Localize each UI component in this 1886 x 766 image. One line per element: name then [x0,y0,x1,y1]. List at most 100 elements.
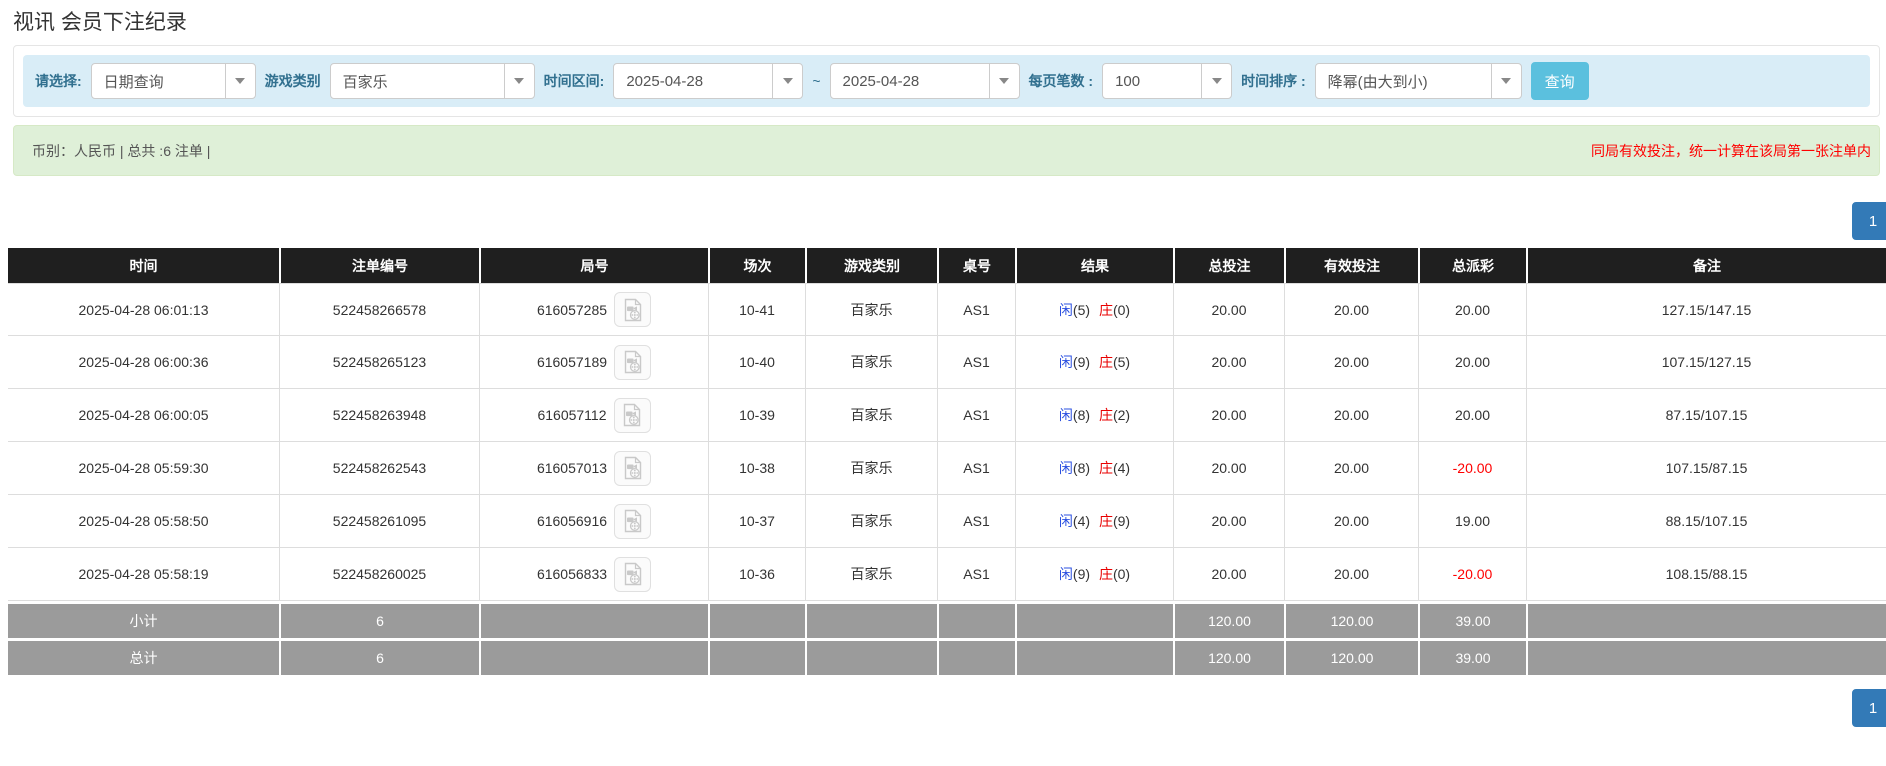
query-mode-select[interactable]: 日期查询 [91,63,256,99]
video-replay-button[interactable] [614,557,651,592]
result-banker-score: (0) [1113,566,1130,582]
subtotal-total-bet: 120.00 [1173,601,1284,638]
cell-empty [708,638,805,675]
cell-empty [805,638,937,675]
total-valid-bet: 120.00 [1284,638,1418,675]
cell-remark: 108.15/88.15 [1526,548,1886,601]
date-to-input[interactable]: 2025-04-28 [830,63,1020,99]
result-player: 闲 [1059,460,1073,476]
cell-session: 10-38 [708,442,805,495]
table-row: 2025-04-28 05:58:19 522458260025 6160568… [8,548,1886,601]
page-size-select[interactable]: 100 [1102,63,1232,99]
cell-total-bet[interactable]: 20.00 [1173,283,1284,336]
summary-bar: 币别：人民币 | 总共 :6 注单 | 同局有效投注，统一计算在该局第一张注单内 [13,125,1880,176]
result-banker: 庄 [1099,354,1113,370]
cell-empty [1526,638,1886,675]
cell-bet-id: 522458261095 [279,495,479,548]
cell-time: 2025-04-28 05:58:19 [8,548,279,601]
cell-total-bet[interactable]: 20.00 [1173,495,1284,548]
page-1-button[interactable]: 1 [1852,202,1886,240]
caret-down-icon [504,64,534,98]
date-from-input[interactable]: 2025-04-28 [613,63,803,99]
sort-order-select[interactable]: 降幂(由大到小) [1315,63,1522,99]
cell-total-bet[interactable]: 20.00 [1173,389,1284,442]
range-separator: ~ [812,73,820,89]
cell-empty [1015,601,1173,638]
result-player-score: (8) [1073,407,1090,423]
cell-empty [708,601,805,638]
table-row: 2025-04-28 06:00:36 522458265123 6160571… [8,336,1886,389]
result-player-score: (9) [1073,354,1090,370]
cell-time: 2025-04-28 06:01:13 [8,283,279,336]
cell-game: 百家乐 [805,283,937,336]
video-replay-button[interactable] [614,345,651,380]
filter-bar: 请选择: 日期查询 游戏类别 百家乐 时间区间: 2025-04-28 ~ 20… [23,55,1870,107]
cell-total-bet[interactable]: 20.00 [1173,548,1284,601]
column-header-remark: 备注 [1526,248,1886,283]
cell-session: 10-40 [708,336,805,389]
caret-down-icon [1201,64,1231,98]
cell-table: AS1 [937,336,1015,389]
game-type-select[interactable]: 百家乐 [330,63,535,99]
caret-down-icon [989,64,1019,98]
cell-game: 百家乐 [805,548,937,601]
column-header-session: 场次 [708,248,805,283]
cell-total-bet[interactable]: 20.00 [1173,336,1284,389]
subtotal-payout: 39.00 [1418,601,1526,638]
cell-time: 2025-04-28 05:58:50 [8,495,279,548]
cell-valid-bet: 20.00 [1284,548,1418,601]
result-banker-score: (5) [1113,354,1130,370]
cell-result: 闲(5) 庄(0) [1015,283,1173,336]
bet-records-table: 时间 注单编号 局号 场次 游戏类别 桌号 结果 总投注 有效投注 总派彩 备注… [8,248,1886,675]
video-replay-icon [621,350,645,374]
result-player-score: (4) [1073,513,1090,529]
table-row: 2025-04-28 06:01:13 522458266578 6160572… [8,283,1886,336]
cell-empty [937,638,1015,675]
cell-bet-id: 522458260025 [279,548,479,601]
video-replay-button[interactable] [614,451,651,486]
video-replay-button[interactable] [614,504,651,539]
video-replay-button[interactable] [614,398,651,433]
cell-remark: 87.15/107.15 [1526,389,1886,442]
column-header-total-bet: 总投注 [1173,248,1284,283]
round-number: 616057112 [537,407,606,423]
cell-valid-bet: 20.00 [1284,336,1418,389]
caret-down-icon [225,64,255,98]
cell-result: 闲(4) 庄(9) [1015,495,1173,548]
video-replay-button[interactable] [614,292,651,327]
cell-bet-id: 522458266578 [279,283,479,336]
result-banker: 庄 [1099,407,1113,423]
result-player: 闲 [1059,407,1073,423]
video-replay-icon [621,456,645,480]
page-1-button[interactable]: 1 [1852,689,1886,727]
result-player: 闲 [1059,566,1073,582]
result-banker: 庄 [1099,302,1113,318]
time-range-label: 时间区间: [544,71,605,91]
cell-valid-bet: 20.00 [1284,442,1418,495]
cell-payout: -20.00 [1418,548,1526,601]
game-type-value: 百家乐 [331,71,504,92]
cell-empty [937,601,1015,638]
cell-result: 闲(9) 庄(5) [1015,336,1173,389]
cell-table: AS1 [937,548,1015,601]
cell-valid-bet: 20.00 [1284,389,1418,442]
cell-table: AS1 [937,495,1015,548]
cell-total-bet[interactable]: 20.00 [1173,442,1284,495]
column-header-round: 局号 [479,248,708,283]
result-player-score: (9) [1073,566,1090,582]
caret-down-icon [772,64,802,98]
table-row: 2025-04-28 05:58:50 522458261095 6160569… [8,495,1886,548]
round-number: 616057013 [537,460,607,476]
column-header-bet-id: 注单编号 [279,248,479,283]
result-banker: 庄 [1099,566,1113,582]
cell-round: 616056833 [479,548,708,601]
sort-order-value: 降幂(由大到小) [1316,71,1491,92]
search-button[interactable]: 查询 [1531,62,1589,100]
cell-empty [479,638,708,675]
cell-session: 10-39 [708,389,805,442]
cell-round: 616057189 [479,336,708,389]
subtotal-valid-bet: 120.00 [1284,601,1418,638]
cell-game: 百家乐 [805,336,937,389]
cell-empty [479,601,708,638]
result-player: 闲 [1059,302,1073,318]
